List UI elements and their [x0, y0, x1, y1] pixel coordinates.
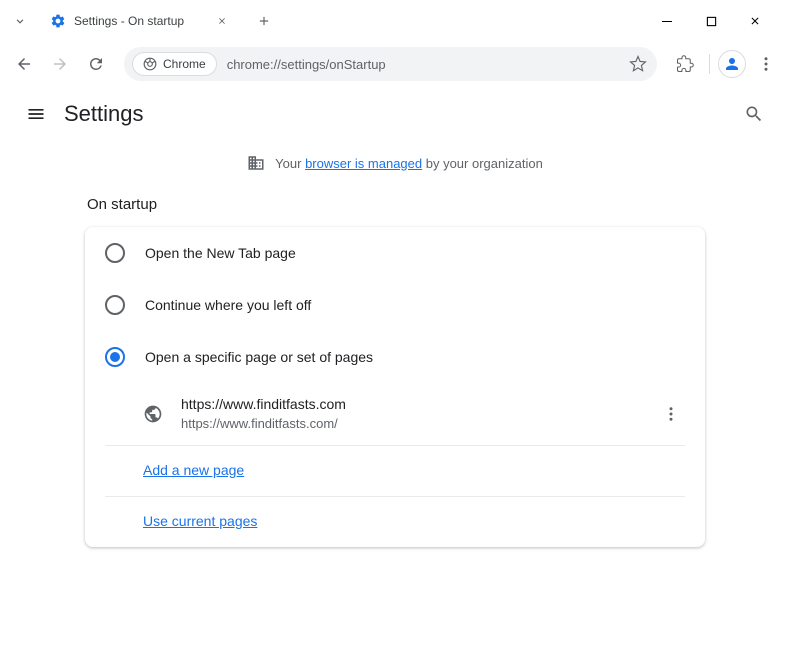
- search-icon: [744, 104, 764, 124]
- managed-text-prefix: Your: [275, 156, 305, 171]
- radio-label: Open the New Tab page: [145, 245, 296, 261]
- use-current-row: Use current pages: [85, 497, 705, 547]
- settings-menu-button[interactable]: [20, 98, 52, 130]
- radio-label: Open a specific page or set of pages: [145, 349, 373, 365]
- url-text: chrome://settings/onStartup: [227, 57, 625, 72]
- use-current-link[interactable]: Use current pages: [143, 513, 257, 529]
- managed-link[interactable]: browser is managed: [305, 156, 422, 171]
- extension-icon: [676, 55, 694, 73]
- managed-text-suffix: by your organization: [422, 156, 543, 171]
- building-icon: [247, 154, 265, 172]
- gear-icon: [50, 13, 66, 29]
- security-chip[interactable]: Chrome: [132, 52, 217, 76]
- close-icon: [749, 15, 761, 27]
- browser-tab[interactable]: Settings - On startup: [40, 4, 240, 38]
- radio-icon: [105, 243, 125, 263]
- close-tab-button[interactable]: [214, 13, 230, 29]
- radio-specific-pages[interactable]: Open a specific page or set of pages: [85, 331, 705, 383]
- close-window-button[interactable]: [740, 6, 770, 36]
- managed-banner: Your browser is managed by your organiza…: [0, 142, 790, 188]
- forward-button[interactable]: [44, 48, 76, 80]
- back-button[interactable]: [8, 48, 40, 80]
- person-icon: [723, 55, 741, 73]
- page-title: Settings: [64, 101, 144, 127]
- chip-label: Chrome: [163, 57, 206, 71]
- chevron-down-icon: [13, 14, 27, 28]
- star-icon: [629, 55, 647, 73]
- more-vert-icon: [757, 55, 775, 73]
- radio-label: Continue where you left off: [145, 297, 311, 313]
- radio-icon: [105, 347, 125, 367]
- tab-title: Settings - On startup: [74, 14, 206, 28]
- page-entry-title: https://www.finditfasts.com: [181, 395, 639, 415]
- radio-icon: [105, 295, 125, 315]
- minimize-button[interactable]: [652, 6, 682, 36]
- section-title: On startup: [87, 196, 705, 213]
- page-entry-menu-button[interactable]: [657, 400, 685, 428]
- reload-button[interactable]: [80, 48, 112, 80]
- maximize-button[interactable]: [696, 6, 726, 36]
- minimize-icon: [661, 15, 673, 27]
- radio-new-tab[interactable]: Open the New Tab page: [85, 227, 705, 279]
- add-page-row: Add a new page: [85, 446, 705, 496]
- startup-card: Open the New Tab page Continue where you…: [85, 227, 705, 547]
- globe-icon: [143, 404, 163, 424]
- menu-button[interactable]: [750, 48, 782, 80]
- arrow-left-icon: [15, 55, 33, 73]
- reload-icon: [87, 55, 105, 73]
- add-page-link[interactable]: Add a new page: [143, 462, 244, 478]
- plus-icon: [257, 14, 271, 28]
- hamburger-icon: [26, 104, 46, 124]
- page-entry-url: https://www.finditfasts.com/: [181, 415, 639, 433]
- chrome-icon: [143, 57, 157, 71]
- extensions-button[interactable]: [669, 48, 701, 80]
- new-tab-button[interactable]: [250, 7, 278, 35]
- search-tabs-button[interactable]: [8, 9, 32, 33]
- startup-page-entry: https://www.finditfasts.com https://www.…: [85, 383, 705, 445]
- more-vert-icon: [662, 405, 680, 423]
- radio-continue[interactable]: Continue where you left off: [85, 279, 705, 331]
- close-icon: [217, 16, 227, 26]
- maximize-icon: [706, 16, 717, 27]
- separator: [709, 54, 710, 74]
- profile-button[interactable]: [718, 50, 746, 78]
- search-settings-button[interactable]: [738, 98, 770, 130]
- bookmark-button[interactable]: [625, 51, 651, 77]
- omnibox[interactable]: Chrome chrome://settings/onStartup: [124, 47, 657, 81]
- arrow-right-icon: [51, 55, 69, 73]
